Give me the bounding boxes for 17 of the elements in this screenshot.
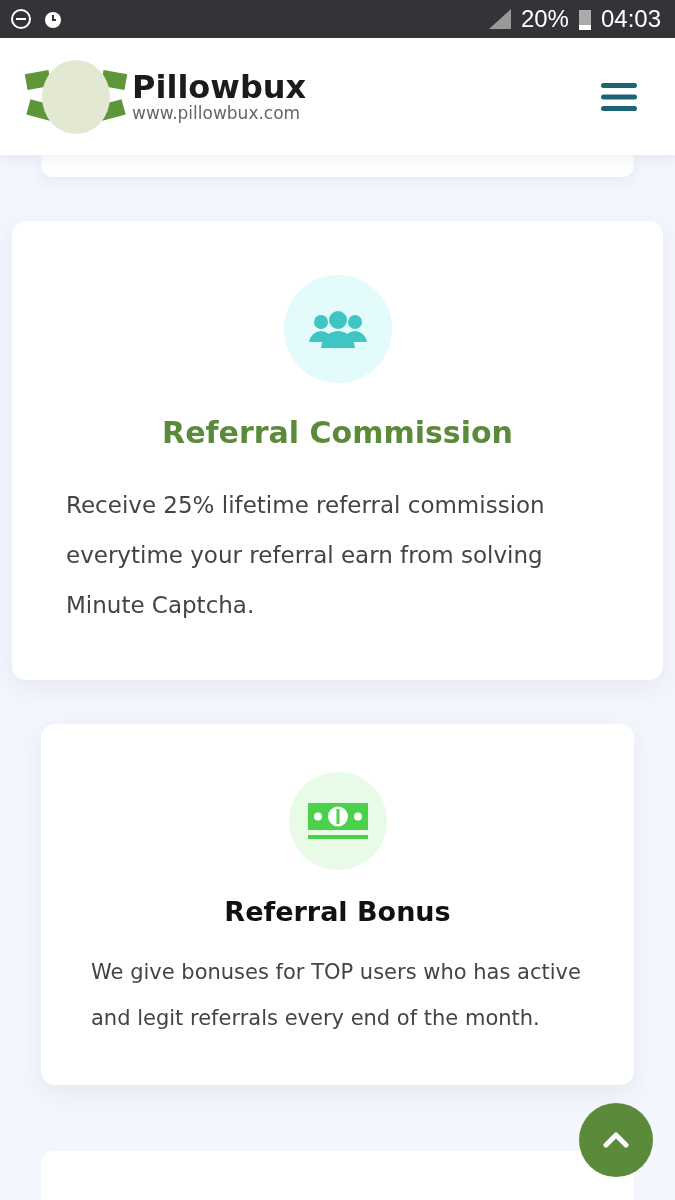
brand-url: www.pillowbux.com (132, 105, 302, 122)
feature-title: Referral Bonus (224, 896, 451, 927)
brand-name: Pillowbux (132, 71, 307, 103)
battery-percent: 20% (520, 5, 569, 33)
battery-icon (578, 8, 591, 30)
menu-icon (601, 82, 637, 111)
signal-icon (488, 9, 511, 29)
feature-title: Referral Commission (162, 415, 513, 450)
logo-icon (24, 57, 128, 136)
feature-description: Receive 25% lifetime referral commission everytime your referral earn from solving Minute Captcha. (66, 491, 546, 620)
people-icon (308, 310, 367, 348)
do-not-disturb-icon (10, 8, 32, 30)
feature-description: We give bonuses for TOP users who has active and legit referrals every end of the month. (91, 959, 582, 1032)
clock: 04:03 (600, 5, 661, 33)
chevron-up-icon (603, 1132, 629, 1148)
banknote-icon (307, 803, 368, 839)
menu-button[interactable] (601, 82, 637, 111)
